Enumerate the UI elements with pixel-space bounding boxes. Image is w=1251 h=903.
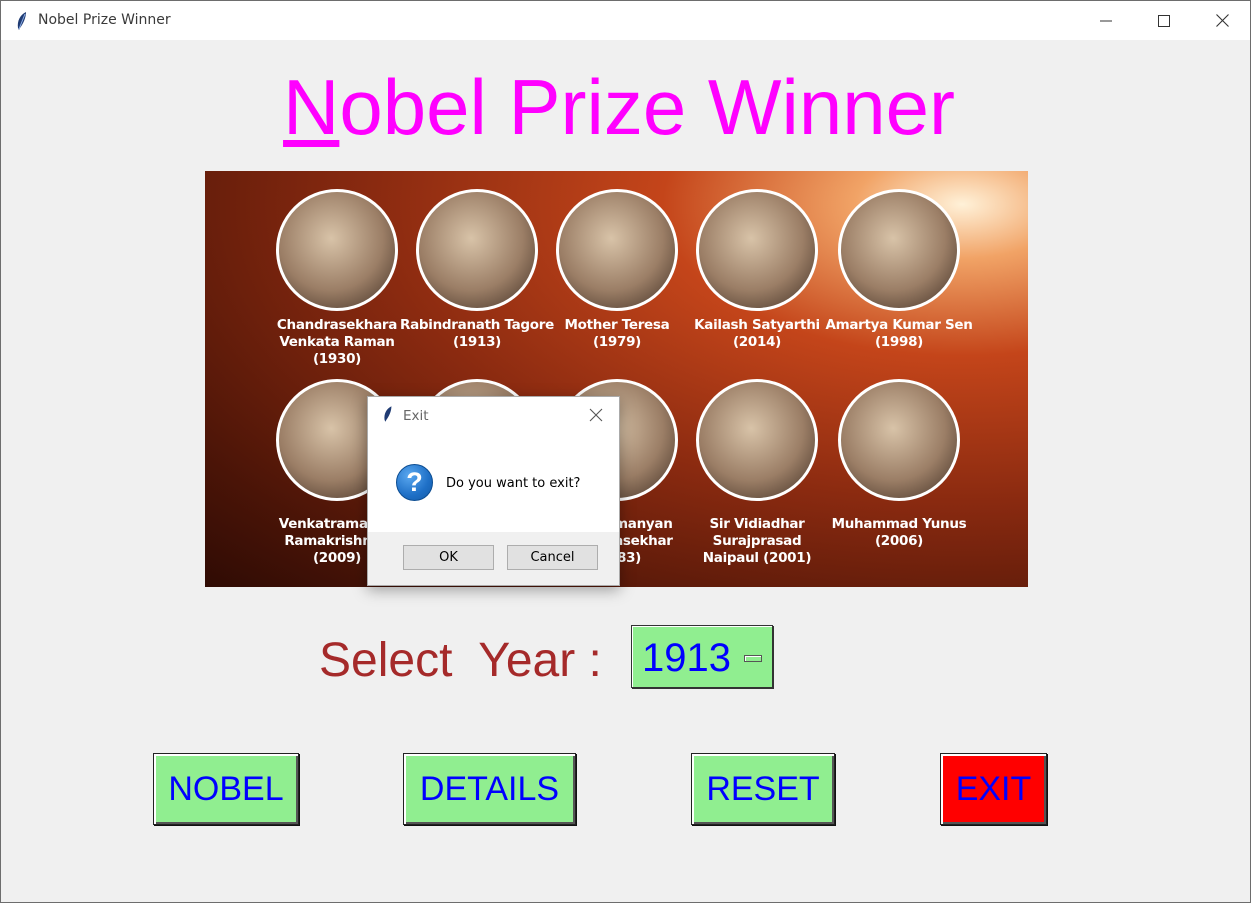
ok-button[interactable]: OK xyxy=(403,545,494,570)
dialog-title: Exit xyxy=(403,408,429,424)
cancel-button[interactable]: Cancel xyxy=(507,545,598,570)
close-icon xyxy=(1215,14,1229,27)
winner-caption-line: Venkata Raman xyxy=(279,334,395,350)
year-select-value: 1913 xyxy=(642,636,731,680)
winner-portrait xyxy=(556,189,678,311)
app-window: Nobel Prize Winner Nobel Prize Winner Ch… xyxy=(0,0,1251,903)
exit-dialog: Exit ? Do you want to exit? OK Cancel xyxy=(367,396,620,586)
close-icon xyxy=(589,408,603,422)
winner-caption-line: Chandrasekhara xyxy=(276,317,398,333)
maximize-button[interactable] xyxy=(1135,1,1193,40)
dialog-close-button[interactable] xyxy=(587,406,605,424)
winner-caption: Mother Teresa (1979) xyxy=(537,317,697,351)
select-year-label: Select Year : xyxy=(319,634,602,687)
winner-caption: Kailash Satyarthi (2014) xyxy=(677,317,837,351)
winner-portrait xyxy=(696,379,818,501)
winner-caption-line: Mother Teresa xyxy=(564,317,670,333)
nobel-button[interactable]: NOBEL xyxy=(153,753,299,825)
winner-portrait xyxy=(416,189,538,311)
dialog-message: Do you want to exit? xyxy=(446,476,581,491)
winner-caption-line: (2006) xyxy=(874,533,924,549)
exit-button[interactable]: EXIT xyxy=(940,753,1047,825)
option-menu-indicator-icon xyxy=(744,655,762,662)
winner-portrait xyxy=(696,189,818,311)
winner-caption: Sir Vidiadhar Surajprasad Naipaul (2001) xyxy=(677,516,837,567)
feather-icon xyxy=(17,12,26,30)
winner-caption-line: Naipaul (2001) xyxy=(702,550,812,566)
maximize-icon xyxy=(1158,14,1170,27)
dialog-title-bar: Exit xyxy=(368,397,619,433)
winner-portrait xyxy=(276,189,398,311)
winner-caption-line: Muhammad Yunus xyxy=(831,516,967,532)
title-first-letter: N xyxy=(283,63,340,151)
winner-caption-line: Rabindranath Tagore xyxy=(400,317,554,333)
minimize-button[interactable] xyxy=(1077,1,1135,40)
page-title: Nobel Prize Winner xyxy=(1,59,1237,155)
winner-caption-line: Kailash Satyarthi xyxy=(694,317,820,333)
winner-caption: Amartya Kumar Sen (1998) xyxy=(819,317,979,351)
winner-caption: Rabindranath Tagore (1913) xyxy=(397,317,557,351)
close-window-button[interactable] xyxy=(1193,1,1250,40)
winner-caption-line: (1913) xyxy=(452,334,502,350)
winner-caption-line: Amartya Kumar Sen xyxy=(825,317,973,333)
winner-caption-line: (1979) xyxy=(592,334,642,350)
title-bar: Nobel Prize Winner xyxy=(1,1,1250,40)
winner-portrait xyxy=(838,379,960,501)
year-select[interactable]: 1913 xyxy=(631,625,773,688)
question-icon: ? xyxy=(396,464,433,501)
winner-caption-line: (1930) xyxy=(312,351,362,367)
details-button[interactable]: DETAILS xyxy=(403,753,576,825)
reset-button[interactable]: RESET xyxy=(691,753,835,825)
dialog-footer: OK Cancel xyxy=(368,532,619,585)
title-rest: obel Prize Winner xyxy=(339,63,955,151)
window-title: Nobel Prize Winner xyxy=(38,12,171,28)
winner-caption-line: (1998) xyxy=(874,334,924,350)
winner-caption-line: Surajprasad xyxy=(712,533,802,549)
feather-icon xyxy=(384,406,392,422)
minimize-icon xyxy=(1100,20,1112,21)
winner-portrait xyxy=(838,189,960,311)
winner-caption-line: Sir Vidiadhar xyxy=(709,516,805,532)
winner-caption: Muhammad Yunus (2006) xyxy=(819,516,979,550)
winner-caption: Chandrasekhara Venkata Raman (1930) xyxy=(257,317,417,368)
winner-caption-line: (2014) xyxy=(732,334,782,350)
